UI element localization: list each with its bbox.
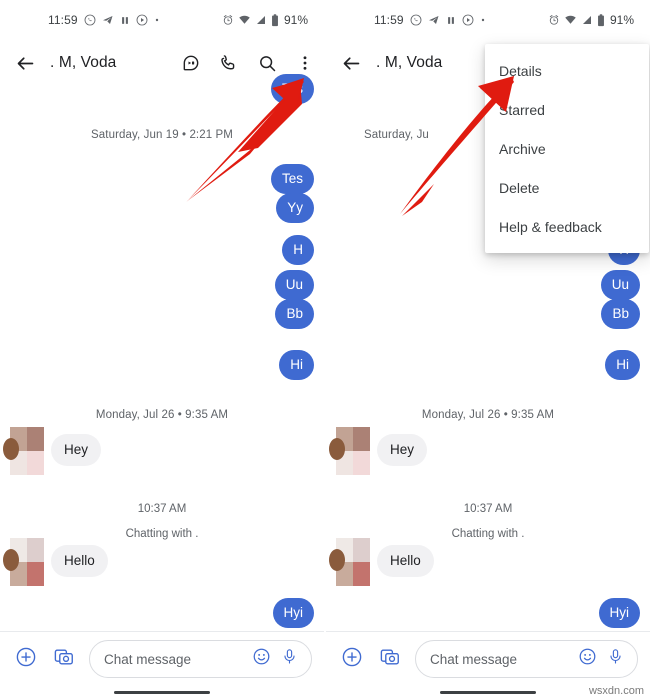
alarm-icon	[548, 14, 560, 26]
day-separator-1: Saturday, Ju	[364, 129, 429, 141]
day-separator-2: Monday, Jul 26 • 9:35 AM	[95, 409, 229, 421]
nav-gesture-handle	[114, 691, 210, 694]
overflow-menu-icon[interactable]	[292, 50, 318, 76]
alarm-icon	[222, 14, 234, 26]
camera-gallery-icon[interactable]	[377, 644, 403, 670]
day-separator-2: Monday, Jul 26 • 9:35 AM	[421, 409, 555, 421]
bubble-outgoing-bb[interactable]: Bb	[601, 299, 640, 329]
microphone-icon[interactable]	[607, 647, 624, 671]
overflow-menu[interactable]: Details Starred Archive Delete Help & fe…	[485, 44, 649, 253]
bubble-outgoing-tes[interactable]: Tes	[270, 164, 314, 194]
dot-icon	[480, 17, 486, 23]
composer-trailing-icons	[578, 647, 624, 671]
bubble-outgoing-uu[interactable]: Uu	[274, 270, 314, 300]
bubble-incoming-hello[interactable]: Hello	[51, 545, 108, 577]
conversation-title: . M, Voda	[376, 54, 443, 71]
emoji-smiley-icon[interactable]	[578, 647, 597, 671]
status-bar-right: 91%	[222, 13, 308, 27]
status-bar-left: 11:59	[374, 13, 486, 27]
wifi-icon	[564, 14, 577, 26]
plus-circle-icon[interactable]	[13, 644, 39, 670]
bubble-incoming-hey[interactable]: Hey	[377, 434, 428, 466]
composer-bar: Chat message	[0, 632, 324, 700]
status-bar-clock: 11:59	[374, 13, 404, 27]
avatar-circle	[3, 438, 19, 460]
message-timestamp: 10:37 AM	[463, 503, 513, 515]
system-note: Chatting with .	[451, 528, 525, 540]
chat-message-input[interactable]: Chat message	[415, 640, 638, 678]
emoji-smiley-icon[interactable]	[252, 647, 271, 671]
battery-percent-label: 91%	[283, 13, 308, 27]
avatar-circle	[329, 549, 345, 571]
bubble-outgoing-h[interactable]: H	[282, 235, 314, 265]
camera-gallery-icon[interactable]	[51, 644, 77, 670]
right-phone-screenshot: 11:59 91% . M, Voda Saturday, Ju Uu Bb H…	[326, 0, 650, 700]
message-thread-left[interactable]: Tes Saturday, Jun 19 • 2:21 PM Tes Yy H …	[0, 74, 324, 643]
pause-icon	[446, 15, 456, 26]
chat-message-input[interactable]: Chat message	[89, 640, 312, 678]
composer-trailing-icons	[252, 647, 298, 671]
whatsapp-icon	[410, 14, 422, 26]
status-bar-clock: 11:59	[48, 13, 78, 27]
play-circle-icon	[136, 14, 148, 26]
chat-message-placeholder: Chat message	[104, 651, 192, 667]
avatar-circle	[329, 438, 345, 460]
conversation-title: . M, Voda	[50, 54, 117, 71]
menu-item-delete[interactable]: Delete	[485, 168, 649, 207]
bubble-incoming-hey[interactable]: Hey	[51, 434, 102, 466]
status-bar: 11:59 91%	[0, 0, 324, 40]
menu-item-help-feedback[interactable]: Help & feedback	[485, 207, 649, 246]
battery-icon	[597, 13, 605, 27]
whatsapp-icon	[84, 14, 96, 26]
bubble-outgoing-bb[interactable]: Bb	[275, 299, 314, 329]
signal-icon	[255, 14, 267, 26]
battery-percent-label: 91%	[609, 13, 634, 27]
menu-item-starred[interactable]: Starred	[485, 90, 649, 129]
battery-icon	[271, 13, 279, 27]
bubble-outgoing-hi[interactable]: Hi	[605, 350, 640, 380]
day-separator-1: Saturday, Jun 19 • 2:21 PM	[91, 129, 233, 141]
menu-item-archive[interactable]: Archive	[485, 129, 649, 168]
pause-icon	[120, 15, 130, 26]
bubble-outgoing-hyi[interactable]: Hyi	[598, 598, 640, 628]
bubble-outgoing-uu[interactable]: Uu	[600, 270, 640, 300]
microphone-icon[interactable]	[281, 647, 298, 671]
wifi-icon	[238, 14, 251, 26]
telegram-icon	[102, 14, 114, 26]
bubble-outgoing-yy[interactable]: Yy	[276, 193, 314, 223]
status-bar: 11:59 91%	[326, 0, 650, 40]
bubble-incoming-hello[interactable]: Hello	[377, 545, 434, 577]
nav-gesture-handle	[440, 691, 536, 694]
status-bar-left: 11:59	[48, 13, 160, 27]
bubble-outgoing-hyi[interactable]: Hyi	[272, 598, 314, 628]
status-bar-right: 91%	[548, 13, 634, 27]
watermark: wsxdn.com	[588, 685, 644, 697]
play-circle-icon	[462, 14, 474, 26]
bubble-outgoing-hi[interactable]: Hi	[279, 350, 314, 380]
avatar-circle	[3, 549, 19, 571]
app-bar-actions	[178, 50, 318, 76]
plus-circle-icon[interactable]	[339, 644, 365, 670]
menu-item-details[interactable]: Details	[485, 51, 649, 90]
back-arrow-icon[interactable]	[12, 50, 38, 76]
bubble-outgoing-clipped[interactable]: Tes	[270, 74, 314, 104]
message-timestamp: 10:37 AM	[137, 503, 187, 515]
phone-call-icon[interactable]	[216, 50, 242, 76]
chat-message-placeholder: Chat message	[430, 651, 518, 667]
search-icon[interactable]	[254, 50, 280, 76]
system-note: Chatting with .	[125, 528, 199, 540]
left-phone-screenshot: 11:59 91% . M, Voda Tes Saturday, Jun 19…	[0, 0, 324, 700]
dot-icon	[154, 17, 160, 23]
back-arrow-icon[interactable]	[338, 50, 364, 76]
screenshot-stage: 11:59 91% . M, Voda Tes Saturday, Jun 19…	[0, 0, 650, 700]
video-call-icon[interactable]	[178, 50, 204, 76]
signal-icon	[581, 14, 593, 26]
telegram-icon	[428, 14, 440, 26]
